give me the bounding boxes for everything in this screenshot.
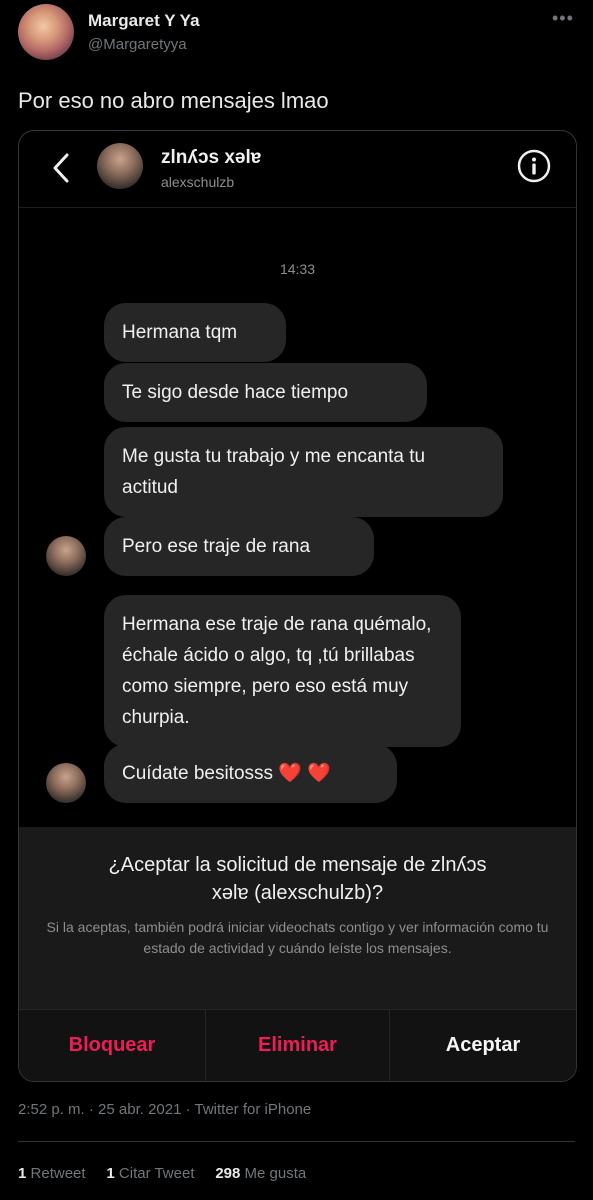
- retweet-label[interactable]: Retweet: [31, 1165, 86, 1182]
- author-avatar[interactable]: [18, 4, 74, 60]
- message-bubble: Pero ese traje de rana: [104, 517, 374, 576]
- dm-contact-handle: alexschulzb: [161, 174, 235, 190]
- like-count[interactable]: 298: [215, 1165, 240, 1182]
- message-bubble: Hermana ese traje de rana quémalo, échal…: [104, 595, 461, 747]
- message-timestamp: 14:33: [279, 261, 316, 277]
- tweet-text: Por eso no abro mensajes lmao: [18, 88, 329, 113]
- request-title: ¿Aceptar la solicitud de mensaje de zlnʎ…: [39, 851, 556, 907]
- tweet-stats: 1 Retweet 1 Citar Tweet 298 Me gusta: [18, 1165, 306, 1182]
- tweet-meta[interactable]: 2:52 p. m. · 25 abr. 2021 · Twitter for …: [18, 1101, 311, 1118]
- dm-contact-avatar[interactable]: [97, 143, 143, 189]
- message-request-panel: ¿Aceptar la solicitud de mensaje de zlnʎ…: [19, 827, 576, 1009]
- heart-emoji: ❤️ ❤️: [278, 763, 331, 784]
- request-title-line1: ¿Aceptar la solicitud de mensaje de zlnʎ…: [108, 854, 487, 876]
- dm-header: zlnʎɔs xǝlɐ alexschulzb: [19, 131, 576, 208]
- quote-count[interactable]: 1: [106, 1165, 114, 1182]
- message-text: Cuídate besitosss: [122, 763, 274, 784]
- more-dots-icon[interactable]: •••: [552, 8, 574, 29]
- divider: [18, 1141, 575, 1142]
- message-bubble: Hermana tqm: [104, 303, 286, 362]
- chevron-left-icon[interactable]: [47, 151, 75, 185]
- request-description: Si la aceptas, también podrá iniciar vid…: [46, 919, 549, 956]
- dm-contact-name[interactable]: zlnʎɔs xǝlɐ: [161, 147, 261, 169]
- author-name[interactable]: Margaret Y Ya: [88, 11, 200, 31]
- message-avatar: [46, 536, 86, 576]
- block-button[interactable]: Bloquear: [19, 1010, 205, 1081]
- quote-label[interactable]: Citar Tweet: [119, 1165, 195, 1182]
- request-actions: Bloquear Eliminar Aceptar: [19, 1009, 576, 1081]
- like-label[interactable]: Me gusta: [245, 1165, 307, 1182]
- dm-screenshot-card[interactable]: zlnʎɔs xǝlɐ alexschulzb 14:33 Hermana tq…: [18, 130, 577, 1082]
- author-handle[interactable]: @Margaretyya: [88, 36, 187, 53]
- message-bubble: Te sigo desde hace tiempo: [104, 363, 427, 422]
- message-avatar: [46, 763, 86, 803]
- request-title-line2: xǝlɐ (alexschulzb)?: [211, 882, 384, 904]
- info-circle-icon[interactable]: [517, 149, 551, 183]
- retweet-count[interactable]: 1: [18, 1165, 26, 1182]
- delete-button[interactable]: Eliminar: [206, 1010, 389, 1081]
- message-bubble: Cuídate besitosss ❤️ ❤️: [104, 744, 397, 803]
- accept-button[interactable]: Aceptar: [390, 1010, 576, 1081]
- message-bubble: Me gusta tu trabajo y me encanta tu acti…: [104, 427, 503, 517]
